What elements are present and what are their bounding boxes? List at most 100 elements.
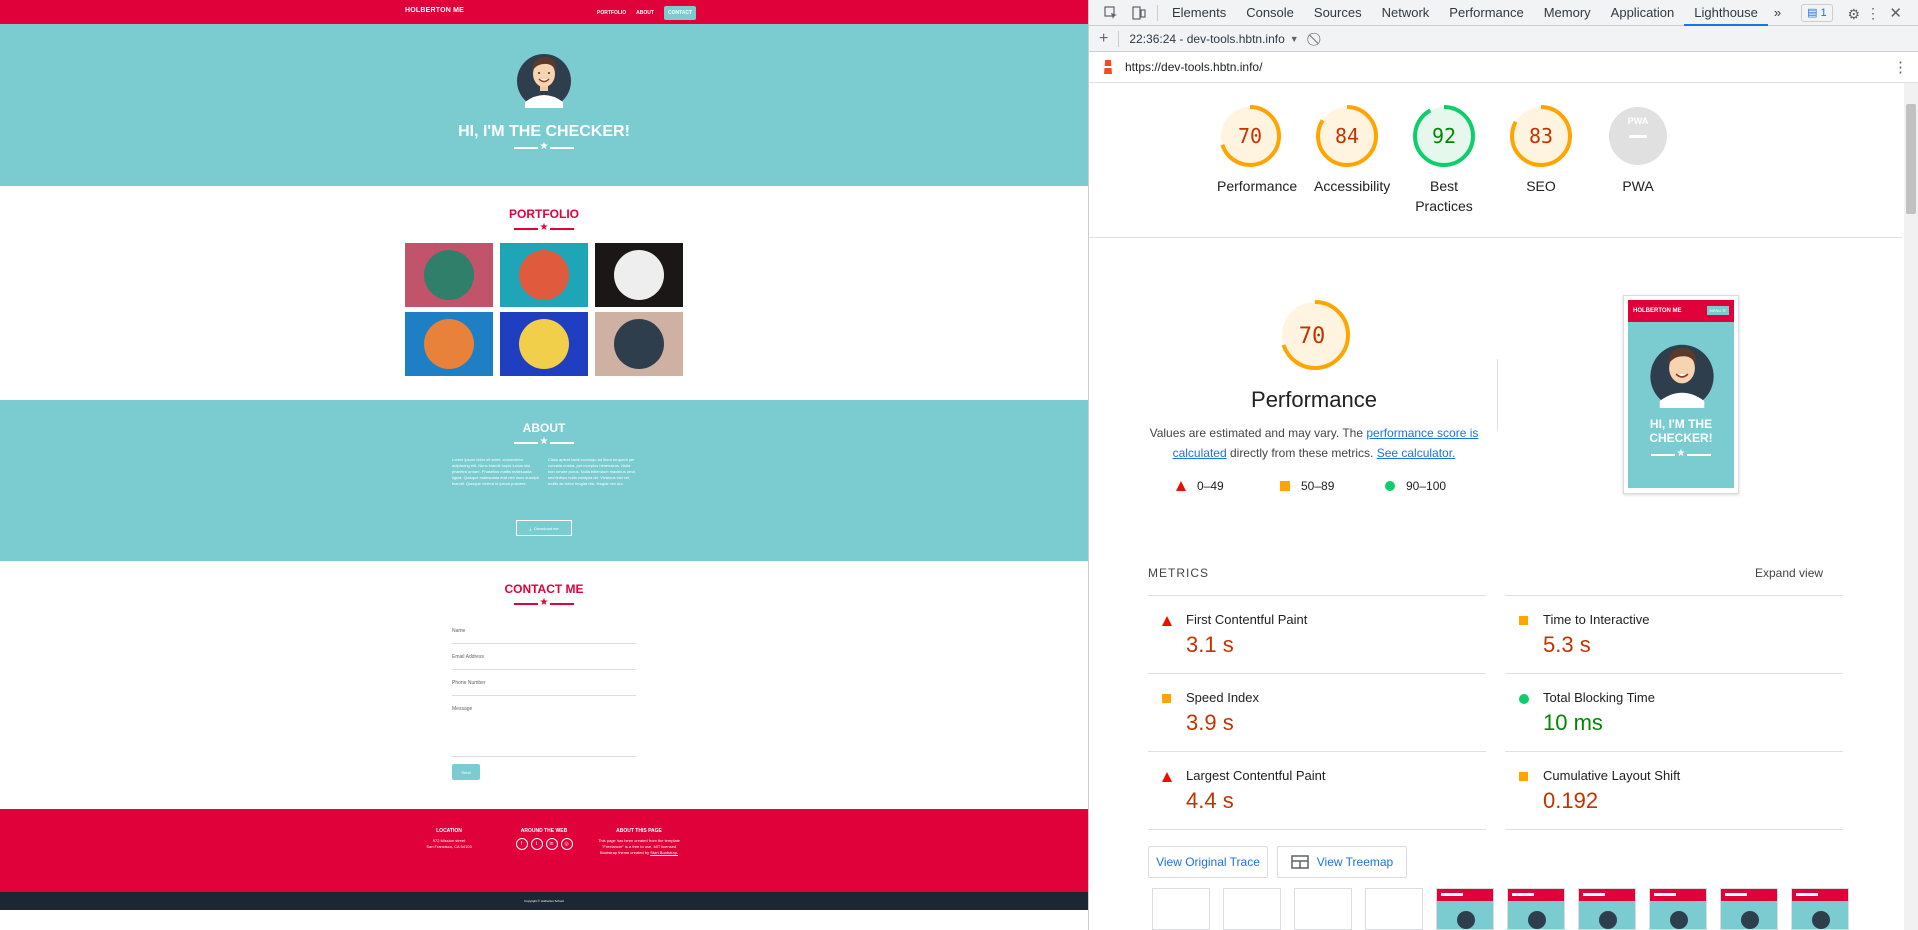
filmstrip-frame[interactable] <box>1649 888 1707 930</box>
report-menu-icon[interactable]: ⋮ <box>1893 58 1908 76</box>
settings-gear-icon[interactable]: ⚙ <box>1847 6 1860 23</box>
portfolio-item-game[interactable] <box>405 312 493 376</box>
view-treemap-label: View Treemap <box>1316 855 1394 869</box>
phone-field[interactable]: Phone Number <box>452 680 636 696</box>
nav-portfolio[interactable]: PORTFOLIO <box>597 10 626 16</box>
gauge-accessibility[interactable]: 84 Accessibility <box>1300 104 1394 196</box>
tab-lighthouse[interactable]: Lighthouse <box>1684 0 1768 26</box>
scrollbar-thumb[interactable] <box>1906 104 1916 214</box>
star-icon: ★ <box>1676 448 1686 459</box>
calculator-link[interactable]: See calculator. <box>1377 446 1456 460</box>
more-tabs-icon[interactable]: » <box>1768 0 1787 26</box>
portfolio-item-circus[interactable] <box>595 243 683 307</box>
tab-performance[interactable]: Performance <box>1439 0 1533 26</box>
issues-badge[interactable]: ▤ 1 <box>1801 3 1833 22</box>
tab-console[interactable]: Console <box>1236 0 1304 26</box>
legend-fail-label: 0–49 <box>1197 479 1224 493</box>
footer-location-line2: San Francisco, CA 94103 <box>426 844 472 849</box>
name-field[interactable]: Name <box>452 628 636 644</box>
treemap-icon <box>1291 855 1309 869</box>
tab-network[interactable]: Network <box>1372 0 1440 26</box>
final-screenshot[interactable]: HOLBERTON ME MENU ☰ HI, I'M THE CHECKER!… <box>1623 295 1739 494</box>
dribbble-icon[interactable]: ◎ <box>560 838 573 850</box>
linkedin-icon[interactable]: in <box>545 838 558 850</box>
expand-view-toggle[interactable]: Expand view <box>1755 566 1823 580</box>
nav-about[interactable]: ABOUT <box>636 10 654 16</box>
tab-elements[interactable]: Elements <box>1162 0 1236 26</box>
report-url[interactable]: https://dev-tools.hbtn.info/ <box>1125 60 1262 74</box>
filmstrip-frame[interactable] <box>1791 888 1849 930</box>
page-bottom-area <box>0 910 1088 930</box>
filmstrip-frame[interactable] <box>1436 888 1494 930</box>
summary-divider <box>1497 359 1498 431</box>
download-button[interactable]: ⤓ Download me <box>516 520 572 536</box>
portfolio-item-cake[interactable] <box>500 243 588 307</box>
gauge-score: 83 <box>1529 124 1553 148</box>
filmstrip-frame[interactable] <box>1507 888 1565 930</box>
gauge-seo[interactable]: 83 SEO <box>1494 104 1588 196</box>
footer-location: LOCATION 972 Mission street San Francisc… <box>405 828 493 850</box>
lighthouse-toolbar: + 22:36:24 - dev-tools.hbtn.info ▼ ⃠ <box>1089 26 1918 52</box>
device-toolbar-icon[interactable] <box>1125 0 1153 26</box>
metric-speed-index: Speed Index 3.9 s <box>1148 674 1486 752</box>
gauge-ring: 70 <box>1219 105 1281 167</box>
gauge-ring: 92 <box>1413 105 1475 167</box>
email-field[interactable]: Email Address <box>452 654 636 670</box>
issues-count: 1 <box>1820 6 1827 19</box>
tab-application[interactable]: Application <box>1601 0 1685 26</box>
performance-description: Values are estimated and may vary. The p… <box>1149 423 1479 463</box>
lighthouse-logo-icon <box>1101 59 1115 75</box>
facebook-icon[interactable]: f <box>515 838 528 850</box>
report-selector[interactable]: 22:36:24 - dev-tools.hbtn.info <box>1129 32 1284 46</box>
pwa-dash-icon <box>1629 135 1647 138</box>
twitter-icon[interactable]: t <box>530 838 543 850</box>
gauge-best-practices[interactable]: 92 Best Practices <box>1397 104 1491 216</box>
fail-triangle-icon <box>1162 772 1172 782</box>
gauges-divider <box>1089 237 1902 238</box>
filmstrip-frame[interactable] <box>1294 888 1352 930</box>
filmstrip-frame[interactable] <box>1720 888 1778 930</box>
gauge-label: Best Practices <box>1415 178 1473 214</box>
metric-first-contentful-paint: First Contentful Paint 3.1 s <box>1148 596 1486 674</box>
metric-time-to-interactive: Time to Interactive 5.3 s <box>1505 596 1843 674</box>
gauge-ring: 83 <box>1510 105 1572 167</box>
preview-divider: ★ <box>1651 448 1711 460</box>
gauge-pwa[interactable]: PWA PWA <box>1591 104 1685 196</box>
footer-about-page-title: ABOUT THIS PAGE <box>616 828 662 834</box>
portfolio-item-cabin[interactable] <box>405 243 493 307</box>
send-button[interactable]: Send <box>452 764 480 780</box>
contact-divider: ★ <box>514 597 574 609</box>
new-report-icon[interactable]: + <box>1099 30 1108 48</box>
gauge-score: 70 <box>1238 124 1262 148</box>
about-title: ABOUT <box>522 421 566 435</box>
customize-menu-icon[interactable]: ⋮ <box>1866 5 1880 22</box>
gauge-performance[interactable]: 70 Performance <box>1203 104 1297 196</box>
view-treemap-button[interactable]: View Treemap <box>1277 846 1407 878</box>
close-devtools-icon[interactable]: ✕ <box>1889 4 1902 22</box>
message-icon: ▤ <box>1807 7 1818 19</box>
message-field[interactable]: Message <box>452 706 636 757</box>
legend-average: 50–89 <box>1279 479 1334 493</box>
download-icon: ⤓ <box>529 525 532 531</box>
nav-contact[interactable]: CONTACT <box>663 6 697 20</box>
portfolio-item-submarine[interactable] <box>595 312 683 376</box>
website-viewport: HOLBERTON ME PORTFOLIO ABOUT CONTACT HI,… <box>0 0 1088 930</box>
fail-triangle-icon <box>1162 616 1172 626</box>
contact-title: CONTACT ME <box>504 582 584 596</box>
filmstrip-frame[interactable] <box>1152 888 1210 930</box>
star-icon: ★ <box>539 436 549 447</box>
filmstrip-frame[interactable] <box>1578 888 1636 930</box>
dropdown-arrow-icon[interactable]: ▼ <box>1290 34 1299 44</box>
tab-memory[interactable]: Memory <box>1534 0 1601 26</box>
view-original-trace-button[interactable]: View Original Trace <box>1148 846 1268 878</box>
about-divider: ★ <box>514 436 574 448</box>
frame-brand <box>1654 893 1676 896</box>
site-brand[interactable]: HOLBERTON ME <box>405 7 464 14</box>
portfolio-item-safe[interactable] <box>500 312 588 376</box>
filmstrip-frame[interactable] <box>1365 888 1423 930</box>
filmstrip-frame[interactable] <box>1223 888 1281 930</box>
footer-about-page: ABOUT THIS PAGE This page has been creat… <box>595 828 683 856</box>
footer-about-page-link[interactable]: Start Bootstrap. <box>650 850 678 855</box>
inspect-element-icon[interactable] <box>1097 0 1125 26</box>
tab-sources[interactable]: Sources <box>1304 0 1372 26</box>
